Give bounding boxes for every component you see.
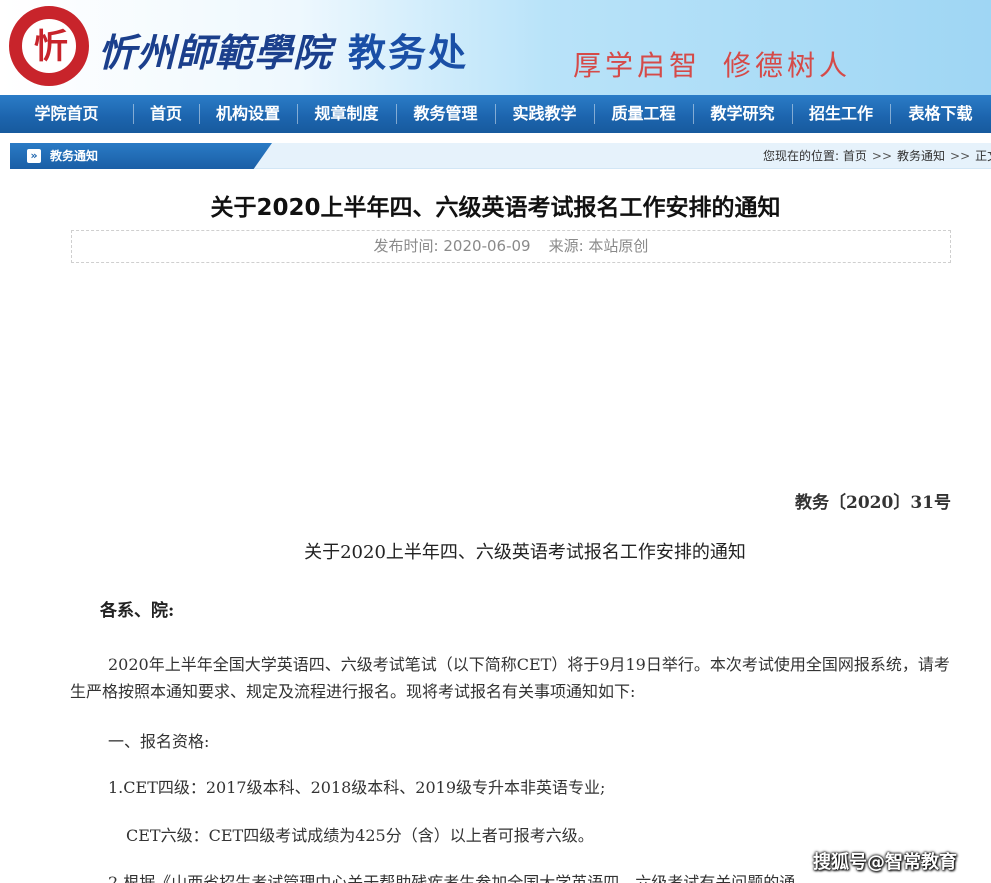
article-meta-box: 发布时间: 2020-06-09 来源: 本站原创 (71, 230, 951, 263)
category-tab[interactable]: » 教务通知 (10, 143, 272, 169)
seal-glyph: 忻 (34, 27, 68, 67)
breadcrumb-section-link[interactable]: 教务通知 (897, 149, 945, 163)
publish-label: 发布时间: (373, 237, 439, 255)
nav-item-admissions[interactable]: 招生工作 (792, 95, 890, 133)
cet6-eligibility: CET六级：CET四级考试成绩为425分（含）以上者可报考六级。 (126, 826, 594, 845)
dept-name[interactable]: 教务处 (348, 22, 468, 77)
nav-item-organization[interactable]: 机构设置 (199, 95, 297, 133)
nav-item-practical-teaching[interactable]: 实践教学 (495, 95, 594, 133)
nav-item-academic-management[interactable]: 教务管理 (396, 95, 495, 133)
intro-paragraph: 2020年上半年全国大学英语四、六级考试笔试（以下简称CET）将于9月19日举行… (70, 655, 950, 701)
breadcrumb-home-link[interactable]: 首页 (843, 149, 867, 163)
article-title: 关于2020上半年四、六级英语考试报名工作安排的通知 (210, 195, 781, 221)
header-banner: 忻 忻州師範學院 教务处 厚学启智 修德树人 (0, 0, 991, 95)
section-heading-eligibility: 一、报名资格: (108, 732, 210, 751)
article-meta: 发布时间: 2020-06-09 来源: 本站原创 (72, 231, 950, 262)
document-number: 教务〔2020〕31号 (795, 493, 951, 513)
double-chevron-icon: » (27, 149, 41, 163)
category-label: 教务通知 (50, 149, 99, 163)
seal-inner-ring: 忻 (20, 17, 78, 75)
nav-item-regulations[interactable]: 规章制度 (297, 95, 396, 133)
nav-item-college-home[interactable]: 学院首页 (0, 95, 133, 133)
source-value: 本站原创 (588, 237, 649, 255)
school-seal-logo: 忻 (9, 6, 89, 86)
notice-sub-title: 关于2020上半年四、六级英语考试报名工作安排的通知 (304, 542, 746, 563)
breadcrumb-sep: >> (871, 149, 892, 163)
breadcrumb-prefix: 您现在的位置: (763, 149, 840, 163)
breadcrumb-current: 正文 (975, 149, 991, 163)
item-2-text: 2.根据《山西省招生考试管理中心关于帮助残疾考生参加全国大学英语四、六级考试有关… (108, 873, 796, 883)
school-name[interactable]: 忻州師範學院 (98, 22, 332, 77)
breadcrumb-bar: » 教务通知 您现在的位置: 首页 >> 教务通知 >> 正文 (10, 143, 991, 169)
nav-item-form-download[interactable]: 表格下载 (890, 95, 991, 133)
school-motto: 厚学启智 修德树人 (573, 44, 851, 84)
breadcrumb: 您现在的位置: 首页 >> 教务通知 >> 正文 (763, 143, 991, 169)
publish-date: 2020-06-09 (443, 237, 531, 255)
motto-right: 修德树人 (723, 49, 852, 82)
nav-item-teaching-research[interactable]: 教学研究 (693, 95, 792, 133)
cet4-eligibility: 1.CET四级：2017级本科、2018级本科、2019级专升本非英语专业; (108, 778, 606, 797)
source-label: 来源: (548, 237, 584, 255)
salutation: 各系、院: (100, 601, 175, 621)
motto-left: 厚学启智 (573, 49, 702, 82)
breadcrumb-sep: >> (950, 149, 971, 163)
main-nav: 学院首页 首页 机构设置 规章制度 教务管理 实践教学 质量工程 教学研究 招生… (0, 95, 991, 133)
nav-item-home[interactable]: 首页 (133, 95, 199, 133)
nav-item-quality-project[interactable]: 质量工程 (594, 95, 693, 133)
sohu-watermark: 搜狐号@智常教育 (813, 852, 957, 873)
